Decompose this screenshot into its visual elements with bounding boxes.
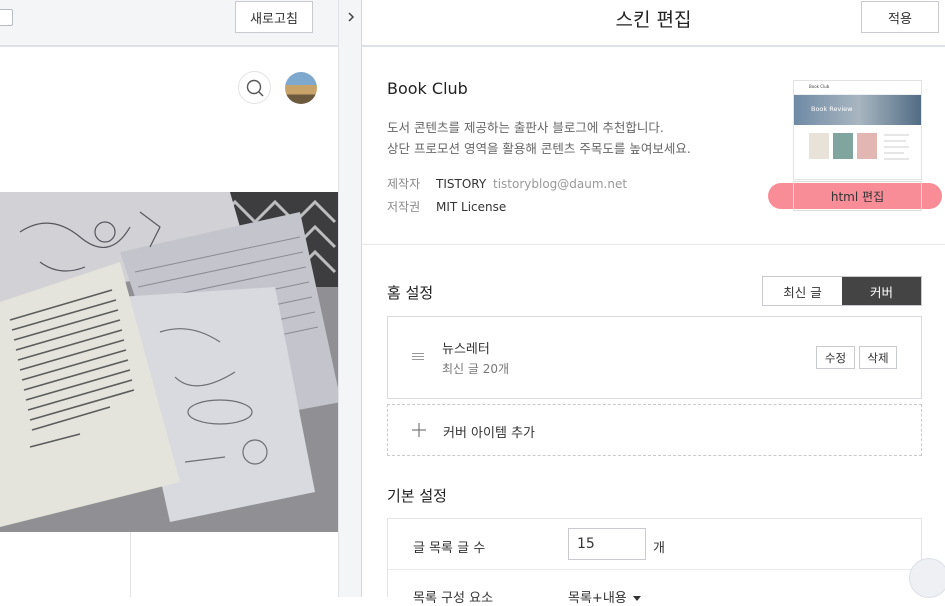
thumbnail-card — [833, 133, 853, 159]
maker-label: 제작자 — [387, 177, 421, 191]
post-count-label: 글 목록 글 수 — [413, 541, 486, 556]
skin-description-line: 도서 콘텐츠를 제공하는 출판사 블로그에 추천합니다. — [387, 120, 664, 135]
cover-item: 뉴스레터 최신 글 20개 수정 삭제 — [387, 316, 922, 399]
delete-button[interactable]: 삭제 — [859, 346, 897, 369]
skin-name: Book Club — [387, 79, 468, 98]
post-count-unit: 개 — [653, 541, 665, 556]
html-edit-button[interactable]: html 편집 — [793, 181, 922, 211]
preview-toolbar: 새로고침 — [0, 0, 338, 47]
thumbnail-card — [809, 133, 829, 159]
copyright-label: 저작권 — [387, 200, 421, 214]
list-composition-value: 목록+내용 — [568, 591, 627, 606]
option-latest-posts[interactable]: 최신 글 — [763, 277, 842, 305]
thumbnail-card — [857, 133, 877, 159]
skin-edit-panel: 스킨 편집 적용 Book Club 도서 콘텐츠를 제공하는 출판사 블로그에… — [362, 0, 945, 606]
copyright-row: 저작권 MIT License — [387, 198, 506, 215]
maker-name: TISTORY — [436, 177, 487, 191]
thumbnail-logo: Book Club — [809, 84, 830, 89]
panel-collapse-bar[interactable] — [338, 0, 362, 597]
thumbnail-text-lines — [884, 134, 909, 160]
skin-description: 도서 콘텐츠를 제공하는 출판사 블로그에 추천합니다. 상단 프로모션 영역을… — [387, 117, 691, 159]
refresh-button[interactable]: 새로고침 — [235, 1, 313, 33]
cover-item-name: 뉴스레터 — [442, 342, 490, 357]
apply-button[interactable]: 적용 — [861, 1, 939, 33]
help-widget[interactable] — [909, 558, 945, 598]
preview-divider — [130, 532, 131, 597]
basic-settings-title: 기본 설정 — [387, 487, 447, 505]
search-icon[interactable] — [238, 71, 271, 104]
chevron-right-icon[interactable] — [343, 7, 359, 27]
plus-icon — [411, 422, 427, 438]
preview-pane: 새로고침 — [0, 0, 341, 597]
thumbnail-hero-text: Book Review — [811, 105, 853, 113]
panel-header: 스킨 편집 적용 — [362, 0, 945, 47]
cover-item-subtitle: 최신 글 20개 — [442, 362, 510, 376]
maker-email: tistoryblog@daum.net — [493, 177, 628, 191]
skin-thumbnail: Book Club Book Review — [793, 80, 922, 180]
preview-cover-image — [0, 192, 341, 532]
device-toggle[interactable] — [0, 9, 13, 26]
home-settings-title: 홈 설정 — [387, 284, 434, 302]
edit-button[interactable]: 수정 — [816, 346, 855, 369]
thumbnail-topbar: Book Club — [794, 81, 921, 95]
post-count-row: 글 목록 글 수 개 — [388, 519, 921, 570]
home-mode-toggle: 최신 글 커버 — [762, 276, 922, 306]
drag-handle-icon[interactable] — [412, 353, 424, 363]
add-cover-item-button[interactable]: 커버 아이템 추가 — [387, 404, 922, 456]
basic-settings-box: 글 목록 글 수 개 목록 구성 요소 목록+내용 — [387, 518, 922, 606]
option-cover[interactable]: 커버 — [842, 277, 921, 305]
copyright-value: MIT License — [436, 200, 507, 214]
add-cover-item-label: 커버 아이템 추가 — [443, 426, 535, 441]
skin-info-section: Book Club 도서 콘텐츠를 제공하는 출판사 블로그에 추천합니다. 상… — [362, 49, 945, 245]
avatar[interactable] — [285, 72, 317, 104]
page-title: 스킨 편집 — [615, 9, 692, 31]
skin-description-line: 상단 프로모션 영역을 활용해 콘텐츠 주목도를 높여보세요. — [387, 141, 691, 156]
post-count-input[interactable] — [568, 528, 646, 560]
maker-row: 제작자 TISTORY tistoryblog@daum.net — [387, 175, 627, 192]
